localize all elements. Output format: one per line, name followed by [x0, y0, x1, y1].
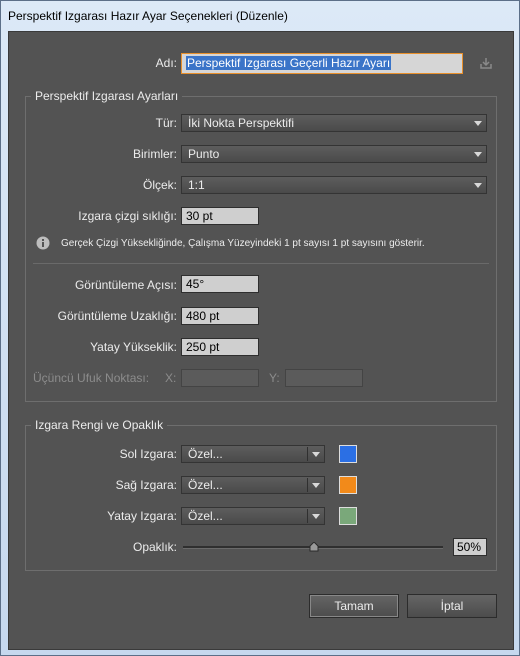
view-angle-label: Görüntüleme Açısı: — [74, 278, 177, 292]
horizontal-grid-label: Yatay Izgara: — [107, 509, 177, 523]
horizontal-grid-select-value: Özel... — [188, 509, 223, 523]
view-distance-label: Görüntüleme Uzaklığı: — [57, 309, 177, 323]
units-select[interactable]: Punto — [181, 145, 487, 163]
dialog-window: Perspektif Izgarası Hazır Ayar Seçenekle… — [0, 0, 520, 656]
type-select-value: İki Nokta Perspektifi — [188, 116, 295, 130]
dialog-panel: Adı: Perspektif Izgarası Geçerli Hazır A… — [8, 31, 514, 650]
name-input-value: Perspektif Izgarası Geçerli Hazır Ayarı — [186, 56, 392, 70]
settings-group-title: Perspektif Izgarası Ayarları — [31, 89, 183, 103]
type-select[interactable]: İki Nokta Perspektifi — [181, 114, 487, 132]
chevron-down-icon — [312, 483, 320, 488]
right-grid-color-swatch[interactable] — [339, 476, 357, 494]
left-grid-select-value: Özel... — [188, 447, 223, 461]
right-grid-select-value: Özel... — [188, 478, 223, 492]
scale-select[interactable]: 1:1 — [181, 176, 487, 194]
view-angle-input[interactable]: 45° — [181, 275, 259, 293]
third-vp-x-label: X: — [165, 371, 177, 385]
third-vp-y-input[interactable] — [285, 369, 363, 387]
opacity-slider-thumb[interactable] — [309, 541, 319, 552]
units-label: Birimler: — [133, 147, 177, 161]
right-grid-select[interactable]: Özel... — [181, 476, 325, 494]
info-text: Gerçek Çizgi Yüksekliğinde, Çalışma Yüze… — [61, 238, 425, 249]
chevron-down-icon — [474, 183, 482, 188]
color-group-title: Izgara Rengi ve Opaklık — [31, 418, 168, 432]
divider — [307, 509, 308, 523]
save-preset-icon[interactable] — [479, 56, 493, 70]
third-vp-x-input[interactable] — [181, 369, 259, 387]
title-bar[interactable]: Perspektif Izgarası Hazır Ayar Seçenekle… — [1, 1, 519, 31]
name-label: Adı: — [155, 56, 177, 70]
divider — [307, 447, 308, 461]
horizontal-grid-select[interactable]: Özel... — [181, 507, 325, 525]
divider — [33, 263, 489, 264]
cancel-button[interactable]: İptal — [407, 594, 497, 618]
scale-select-value: 1:1 — [188, 178, 205, 192]
gridline-input[interactable]: 30 pt — [181, 207, 259, 225]
third-vp-label: Üçüncü Ufuk Noktası: — [33, 371, 150, 385]
right-grid-label: Sağ Izgara: — [115, 478, 177, 492]
chevron-down-icon — [474, 152, 482, 157]
left-grid-label: Sol Izgara: — [119, 447, 177, 461]
divider — [307, 478, 308, 492]
opacity-label: Opaklık: — [132, 540, 177, 554]
left-grid-color-swatch[interactable] — [339, 445, 357, 463]
units-select-value: Punto — [188, 147, 220, 161]
horizon-height-label: Yatay Yükseklik: — [90, 340, 177, 354]
opacity-value[interactable]: 50% — [453, 538, 487, 556]
left-grid-select[interactable]: Özel... — [181, 445, 325, 463]
type-label: Tür: — [155, 116, 177, 130]
chevron-down-icon — [312, 514, 320, 519]
chevron-down-icon — [474, 121, 482, 126]
third-vp-y-label: Y: — [269, 371, 280, 385]
name-input[interactable]: Perspektif Izgarası Geçerli Hazır Ayarı — [181, 53, 463, 74]
horizon-height-input[interactable]: 250 pt — [181, 338, 259, 356]
info-icon — [36, 236, 50, 250]
scale-label: Ölçek: — [142, 178, 177, 192]
horizontal-grid-color-swatch[interactable] — [339, 507, 357, 525]
gridline-label: Izgara çizgi sıklığı: — [78, 209, 177, 223]
chevron-down-icon — [312, 452, 320, 457]
ok-button[interactable]: Tamam — [309, 594, 399, 618]
view-distance-input[interactable]: 480 pt — [181, 307, 259, 325]
window-title: Perspektif Izgarası Hazır Ayar Seçenekle… — [8, 9, 288, 23]
settings-group — [25, 96, 497, 402]
